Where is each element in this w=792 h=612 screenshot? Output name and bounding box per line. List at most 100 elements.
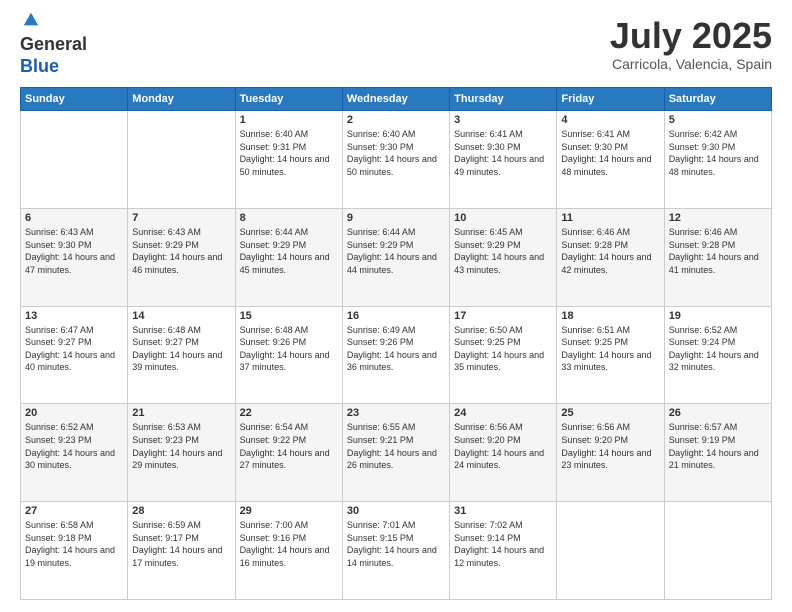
day-info: Sunrise: 7:01 AM Sunset: 9:15 PM Dayligh… — [347, 519, 445, 569]
sunrise-text: Sunrise: 6:55 AM — [347, 422, 416, 432]
daylight-text: Daylight: 14 hours and 29 minutes. — [132, 448, 222, 471]
day-number: 1 — [240, 114, 338, 126]
day-info: Sunrise: 6:55 AM Sunset: 9:21 PM Dayligh… — [347, 421, 445, 471]
day-number: 20 — [25, 407, 123, 419]
day-number: 7 — [132, 212, 230, 224]
logo-blue: Blue — [20, 56, 59, 76]
day-number: 24 — [454, 407, 552, 419]
table-row: 15 Sunrise: 6:48 AM Sunset: 9:26 PM Dayl… — [235, 306, 342, 404]
daylight-text: Daylight: 14 hours and 23 minutes. — [561, 448, 651, 471]
sunrise-text: Sunrise: 6:40 AM — [240, 129, 309, 139]
daylight-text: Daylight: 14 hours and 49 minutes. — [454, 154, 544, 177]
col-sunday: Sunday — [21, 88, 128, 111]
sunset-text: Sunset: 9:23 PM — [132, 435, 199, 445]
calendar-week-row: 6 Sunrise: 6:43 AM Sunset: 9:30 PM Dayli… — [21, 208, 772, 306]
table-row: 18 Sunrise: 6:51 AM Sunset: 9:25 PM Dayl… — [557, 306, 664, 404]
table-row — [128, 111, 235, 209]
day-info: Sunrise: 6:43 AM Sunset: 9:30 PM Dayligh… — [25, 226, 123, 276]
day-info: Sunrise: 6:46 AM Sunset: 9:28 PM Dayligh… — [561, 226, 659, 276]
daylight-text: Daylight: 14 hours and 21 minutes. — [669, 448, 759, 471]
sunrise-text: Sunrise: 6:48 AM — [132, 325, 201, 335]
day-info: Sunrise: 6:40 AM Sunset: 9:31 PM Dayligh… — [240, 128, 338, 178]
daylight-text: Daylight: 14 hours and 33 minutes. — [561, 350, 651, 373]
day-number: 8 — [240, 212, 338, 224]
table-row: 11 Sunrise: 6:46 AM Sunset: 9:28 PM Dayl… — [557, 208, 664, 306]
sunrise-text: Sunrise: 6:56 AM — [454, 422, 523, 432]
day-number: 14 — [132, 310, 230, 322]
calendar-week-row: 20 Sunrise: 6:52 AM Sunset: 9:23 PM Dayl… — [21, 404, 772, 502]
day-number: 26 — [669, 407, 767, 419]
daylight-text: Daylight: 14 hours and 37 minutes. — [240, 350, 330, 373]
sunset-text: Sunset: 9:27 PM — [25, 337, 92, 347]
table-row: 23 Sunrise: 6:55 AM Sunset: 9:21 PM Dayl… — [342, 404, 449, 502]
sunset-text: Sunset: 9:16 PM — [240, 533, 307, 543]
sunset-text: Sunset: 9:30 PM — [25, 240, 92, 250]
page: General Blue July 2025 Carricola, Valenc… — [0, 0, 792, 612]
sunset-text: Sunset: 9:26 PM — [347, 337, 414, 347]
daylight-text: Daylight: 14 hours and 43 minutes. — [454, 252, 544, 275]
sunset-text: Sunset: 9:21 PM — [347, 435, 414, 445]
table-row — [664, 502, 771, 600]
daylight-text: Daylight: 14 hours and 17 minutes. — [132, 545, 222, 568]
sunrise-text: Sunrise: 6:44 AM — [240, 227, 309, 237]
table-row: 8 Sunrise: 6:44 AM Sunset: 9:29 PM Dayli… — [235, 208, 342, 306]
day-info: Sunrise: 6:51 AM Sunset: 9:25 PM Dayligh… — [561, 324, 659, 374]
daylight-text: Daylight: 14 hours and 42 minutes. — [561, 252, 651, 275]
table-row: 7 Sunrise: 6:43 AM Sunset: 9:29 PM Dayli… — [128, 208, 235, 306]
sunrise-text: Sunrise: 6:50 AM — [454, 325, 523, 335]
sunrise-text: Sunrise: 6:44 AM — [347, 227, 416, 237]
day-info: Sunrise: 6:48 AM Sunset: 9:26 PM Dayligh… — [240, 324, 338, 374]
daylight-text: Daylight: 14 hours and 26 minutes. — [347, 448, 437, 471]
day-number: 25 — [561, 407, 659, 419]
col-saturday: Saturday — [664, 88, 771, 111]
sunset-text: Sunset: 9:29 PM — [454, 240, 521, 250]
sunrise-text: Sunrise: 6:54 AM — [240, 422, 309, 432]
table-row: 3 Sunrise: 6:41 AM Sunset: 9:30 PM Dayli… — [450, 111, 557, 209]
table-row: 5 Sunrise: 6:42 AM Sunset: 9:30 PM Dayli… — [664, 111, 771, 209]
col-friday: Friday — [557, 88, 664, 111]
day-info: Sunrise: 6:59 AM Sunset: 9:17 PM Dayligh… — [132, 519, 230, 569]
table-row: 2 Sunrise: 6:40 AM Sunset: 9:30 PM Dayli… — [342, 111, 449, 209]
sunrise-text: Sunrise: 6:43 AM — [132, 227, 201, 237]
day-info: Sunrise: 6:43 AM Sunset: 9:29 PM Dayligh… — [132, 226, 230, 276]
day-info: Sunrise: 6:57 AM Sunset: 9:19 PM Dayligh… — [669, 421, 767, 471]
daylight-text: Daylight: 14 hours and 48 minutes. — [669, 154, 759, 177]
daylight-text: Daylight: 14 hours and 46 minutes. — [132, 252, 222, 275]
sunset-text: Sunset: 9:14 PM — [454, 533, 521, 543]
day-number: 6 — [25, 212, 123, 224]
day-number: 30 — [347, 505, 445, 517]
sunset-text: Sunset: 9:29 PM — [132, 240, 199, 250]
table-row: 25 Sunrise: 6:56 AM Sunset: 9:20 PM Dayl… — [557, 404, 664, 502]
day-number: 27 — [25, 505, 123, 517]
sunrise-text: Sunrise: 6:46 AM — [561, 227, 630, 237]
sunrise-text: Sunrise: 7:01 AM — [347, 520, 416, 530]
sunrise-text: Sunrise: 6:52 AM — [669, 325, 738, 335]
day-info: Sunrise: 6:50 AM Sunset: 9:25 PM Dayligh… — [454, 324, 552, 374]
table-row: 6 Sunrise: 6:43 AM Sunset: 9:30 PM Dayli… — [21, 208, 128, 306]
table-row: 4 Sunrise: 6:41 AM Sunset: 9:30 PM Dayli… — [557, 111, 664, 209]
day-number: 10 — [454, 212, 552, 224]
day-info: Sunrise: 7:02 AM Sunset: 9:14 PM Dayligh… — [454, 519, 552, 569]
header: General Blue July 2025 Carricola, Valenc… — [20, 16, 772, 77]
sunrise-text: Sunrise: 6:52 AM — [25, 422, 94, 432]
sunset-text: Sunset: 9:19 PM — [669, 435, 736, 445]
table-row: 19 Sunrise: 6:52 AM Sunset: 9:24 PM Dayl… — [664, 306, 771, 404]
daylight-text: Daylight: 14 hours and 12 minutes. — [454, 545, 544, 568]
sunrise-text: Sunrise: 6:51 AM — [561, 325, 630, 335]
day-info: Sunrise: 6:56 AM Sunset: 9:20 PM Dayligh… — [561, 421, 659, 471]
day-info: Sunrise: 6:45 AM Sunset: 9:29 PM Dayligh… — [454, 226, 552, 276]
day-info: Sunrise: 6:53 AM Sunset: 9:23 PM Dayligh… — [132, 421, 230, 471]
day-info: Sunrise: 6:40 AM Sunset: 9:30 PM Dayligh… — [347, 128, 445, 178]
daylight-text: Daylight: 14 hours and 19 minutes. — [25, 545, 115, 568]
day-info: Sunrise: 6:52 AM Sunset: 9:23 PM Dayligh… — [25, 421, 123, 471]
calendar-header-row: Sunday Monday Tuesday Wednesday Thursday… — [21, 88, 772, 111]
table-row: 26 Sunrise: 6:57 AM Sunset: 9:19 PM Dayl… — [664, 404, 771, 502]
daylight-text: Daylight: 14 hours and 24 minutes. — [454, 448, 544, 471]
calendar-week-row: 1 Sunrise: 6:40 AM Sunset: 9:31 PM Dayli… — [21, 111, 772, 209]
table-row — [557, 502, 664, 600]
calendar-week-row: 13 Sunrise: 6:47 AM Sunset: 9:27 PM Dayl… — [21, 306, 772, 404]
sunrise-text: Sunrise: 6:42 AM — [669, 129, 738, 139]
day-number: 28 — [132, 505, 230, 517]
sunrise-text: Sunrise: 6:57 AM — [669, 422, 738, 432]
table-row: 14 Sunrise: 6:48 AM Sunset: 9:27 PM Dayl… — [128, 306, 235, 404]
